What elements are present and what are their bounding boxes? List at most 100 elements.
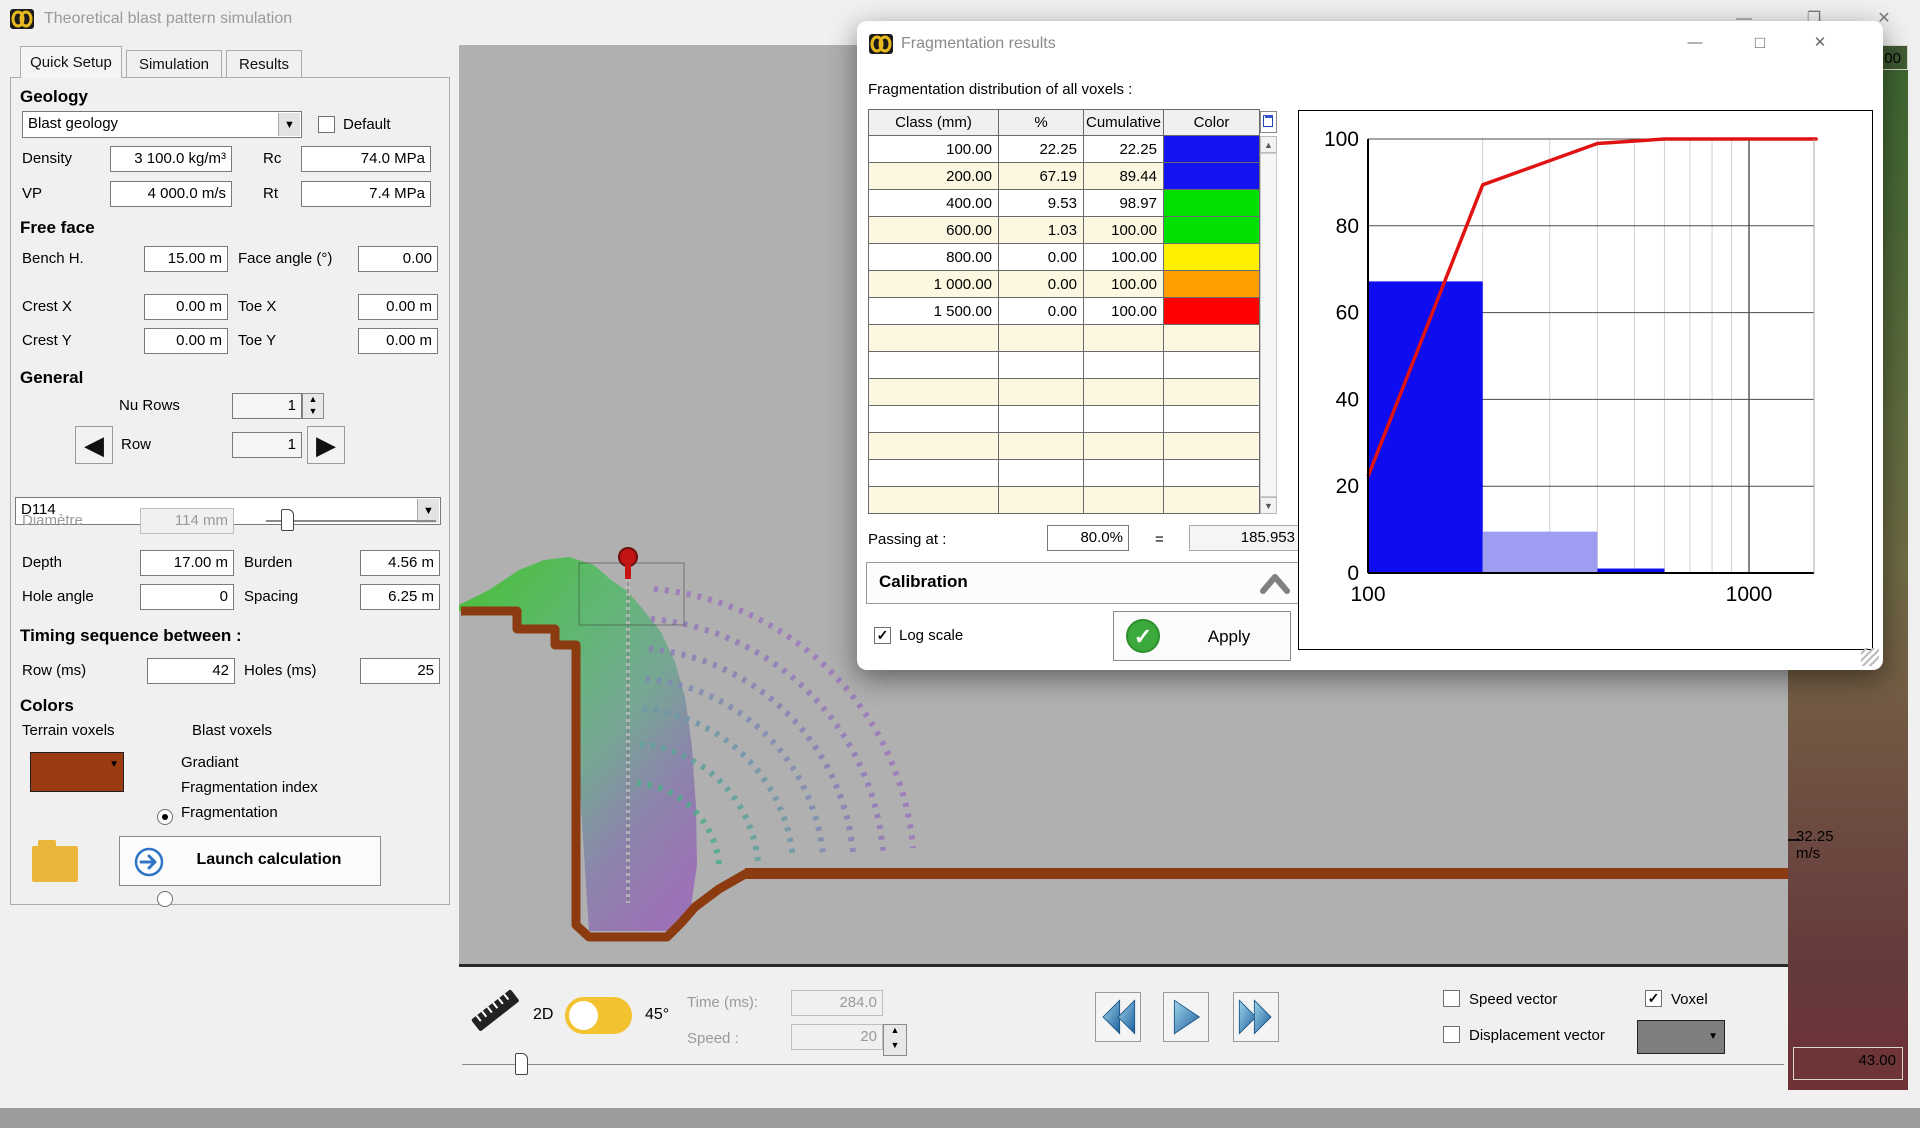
- free-face-header: Free face: [20, 218, 95, 238]
- radio-gradiant[interactable]: [157, 809, 173, 825]
- spin-up-icon[interactable]: ▲: [303, 394, 323, 406]
- table-row[interactable]: [869, 352, 1260, 379]
- rewind-button[interactable]: [1095, 992, 1141, 1042]
- toe-y-field[interactable]: 0.00 m: [358, 328, 438, 354]
- window-bottom-strip: [0, 1108, 1920, 1128]
- col-pct[interactable]: %: [999, 110, 1084, 136]
- tab-simulation[interactable]: Simulation: [126, 50, 222, 78]
- tab-quick-setup[interactable]: Quick Setup: [20, 46, 122, 78]
- calibration-panel-header[interactable]: Calibration: [866, 562, 1302, 604]
- spin-down-icon[interactable]: ▼: [884, 1040, 906, 1055]
- terrain-voxels-label: Terrain voxels: [22, 722, 115, 739]
- play-button[interactable]: [1163, 992, 1209, 1042]
- table-row[interactable]: [869, 433, 1260, 460]
- playback-bar: 2D 45° Time (ms): 284.0 Speed : 20 ▲▼ Sp…: [459, 970, 1788, 1108]
- crest-y-field[interactable]: 0.00 m: [144, 328, 228, 354]
- passing-pct-field[interactable]: 80.0%: [1047, 525, 1129, 551]
- fragmentation-table[interactable]: Class (mm) % Cumulative Color 100.0022.2…: [868, 109, 1260, 514]
- burden-field[interactable]: 4.56 m: [360, 550, 440, 576]
- col-cumulative[interactable]: Cumulative: [1084, 110, 1164, 136]
- table-row[interactable]: [869, 325, 1260, 352]
- chevron-up-icon[interactable]: [1259, 571, 1291, 595]
- spin-up-icon[interactable]: ▲: [884, 1025, 906, 1040]
- svg-text:40: 40: [1336, 388, 1359, 411]
- speed-spinner[interactable]: ▲▼: [883, 1024, 907, 1056]
- dialog-maximize-button[interactable]: □: [1745, 31, 1775, 55]
- nu-rows-spinner[interactable]: ▲▼: [302, 393, 324, 419]
- holes-ms-field[interactable]: 25: [360, 658, 440, 684]
- rc-field[interactable]: 74.0 MPa: [301, 146, 431, 172]
- default-checkbox[interactable]: [318, 116, 335, 133]
- equals-sign: =: [1155, 531, 1164, 548]
- log-scale-label: Log scale: [899, 627, 963, 644]
- table-row[interactable]: 400.009.5398.97: [869, 190, 1260, 217]
- radio-fragmentation[interactable]: [157, 891, 173, 907]
- table-row[interactable]: [869, 487, 1260, 514]
- ruler-icon[interactable]: [467, 982, 523, 1038]
- diameter-slider-thumb[interactable]: [281, 509, 294, 531]
- scroll-up-icon[interactable]: ▲: [1260, 136, 1277, 153]
- borehole-cap-icon: [619, 548, 637, 566]
- rt-field[interactable]: 7.4 MPa: [301, 181, 431, 207]
- depth-field[interactable]: 17.00 m: [140, 550, 234, 576]
- crest-x-field[interactable]: 0.00 m: [144, 294, 228, 320]
- table-row[interactable]: 200.0067.1989.44: [869, 163, 1260, 190]
- hole-angle-field[interactable]: 0: [140, 584, 234, 610]
- fast-forward-button[interactable]: [1233, 992, 1279, 1042]
- svg-text:0: 0: [1347, 562, 1359, 585]
- speed-vector-label: Speed vector: [1469, 991, 1557, 1008]
- resize-grip-icon[interactable]: [1861, 648, 1879, 666]
- svg-text:1000: 1000: [1726, 583, 1773, 606]
- toe-x-field[interactable]: 0.00 m: [358, 294, 438, 320]
- spin-down-icon[interactable]: ▼: [303, 406, 323, 418]
- table-row[interactable]: [869, 460, 1260, 487]
- table-row[interactable]: 600.001.03100.00: [869, 217, 1260, 244]
- apply-button[interactable]: ✓ Apply: [1113, 611, 1291, 661]
- speed-field[interactable]: 20: [791, 1024, 883, 1050]
- class-color-swatch: [1164, 136, 1260, 163]
- bench-field[interactable]: 15.00 m: [144, 246, 228, 272]
- chevron-down-icon[interactable]: ▼: [278, 113, 300, 136]
- timeline-thumb[interactable]: [515, 1053, 528, 1075]
- row-ms-label: Row (ms): [22, 662, 86, 679]
- spacing-label: Spacing: [244, 588, 298, 605]
- speed-vector-checkbox[interactable]: [1443, 990, 1460, 1007]
- displacement-vector-checkbox[interactable]: [1443, 1026, 1460, 1043]
- vp-field[interactable]: 4 000.0 m/s: [110, 181, 232, 207]
- table-scrollbar[interactable]: [1260, 153, 1277, 497]
- table-row[interactable]: 800.000.00100.00: [869, 244, 1260, 271]
- copy-table-icon[interactable]: [1260, 111, 1277, 133]
- fragmentation-chart: 0204060801001001000: [1298, 110, 1873, 650]
- row-next-button[interactable]: ▶: [307, 426, 345, 464]
- timeline-track[interactable]: [462, 1064, 1784, 1065]
- nu-rows-field[interactable]: 1: [232, 393, 302, 419]
- table-row[interactable]: 1 500.000.00100.00: [869, 298, 1260, 325]
- col-color[interactable]: Color: [1164, 110, 1260, 136]
- dialog-close-button[interactable]: ✕: [1805, 31, 1835, 55]
- folder-icon[interactable]: [30, 838, 80, 884]
- table-row[interactable]: 1 000.000.00100.00: [869, 271, 1260, 298]
- dialog-logo-icon: [869, 32, 893, 56]
- col-class[interactable]: Class (mm): [869, 110, 999, 136]
- row-ms-field[interactable]: 42: [147, 658, 235, 684]
- spacing-field[interactable]: 6.25 m: [360, 584, 440, 610]
- table-row[interactable]: [869, 406, 1260, 433]
- log-scale-checkbox[interactable]: ✓: [874, 627, 891, 644]
- dialog-minimize-button[interactable]: —: [1680, 31, 1710, 55]
- scroll-down-icon[interactable]: ▼: [1260, 497, 1277, 514]
- table-row[interactable]: 100.0022.2522.25: [869, 136, 1260, 163]
- tab-results[interactable]: Results: [226, 50, 302, 78]
- terrain-color-dropdown[interactable]: ▼: [30, 752, 124, 792]
- row-prev-button[interactable]: ◀: [75, 426, 113, 464]
- geology-preset-combobox[interactable]: Blast geology ▼: [22, 111, 302, 138]
- view-toggle[interactable]: [565, 997, 632, 1034]
- class-color-swatch: [1164, 190, 1260, 217]
- table-row[interactable]: [869, 379, 1260, 406]
- quick-setup-panel: Geology Blast geology ▼ Default Density …: [10, 77, 450, 905]
- density-field[interactable]: 3 100.0 kg/m³: [110, 146, 232, 172]
- launch-calculation-button[interactable]: Launch calculation: [119, 836, 381, 886]
- voxel-checkbox[interactable]: ✓: [1645, 990, 1662, 1007]
- face-angle-field[interactable]: 0.00: [358, 246, 438, 272]
- voxel-color-dropdown[interactable]: ▼: [1637, 1020, 1725, 1054]
- row-field[interactable]: 1: [232, 432, 302, 458]
